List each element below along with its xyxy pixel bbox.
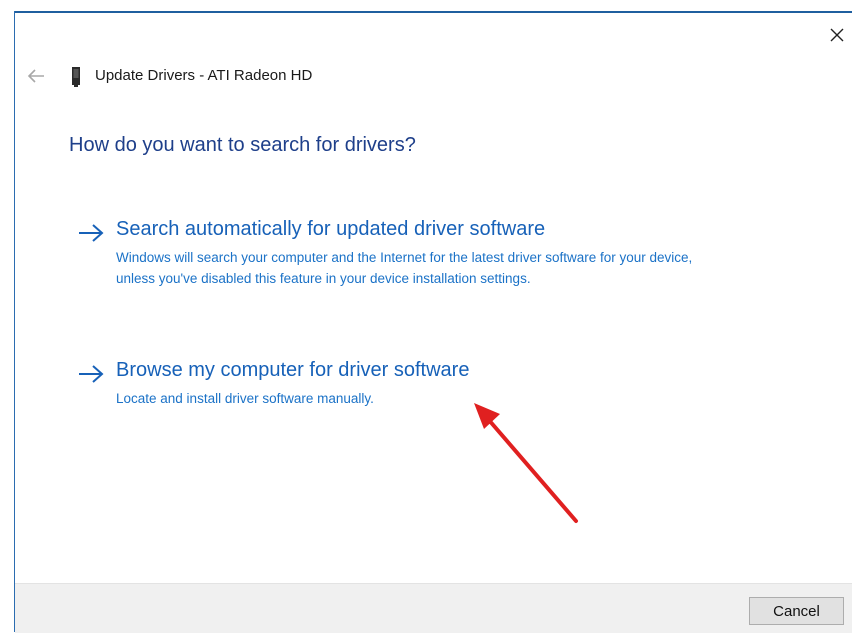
back-arrow-icon bbox=[27, 69, 44, 83]
window-left-border bbox=[14, 11, 15, 632]
cancel-button[interactable]: Cancel bbox=[749, 597, 844, 625]
browse-computer-title: Browse my computer for driver software bbox=[116, 359, 470, 381]
search-automatically-option[interactable]: Search automatically for updated driver … bbox=[76, 218, 716, 310]
page-heading: How do you want to search for drivers? bbox=[69, 134, 416, 156]
browse-computer-option[interactable]: Browse my computer for driver software L… bbox=[76, 359, 526, 409]
update-drivers-dialog: Update Drivers - ATI Radeon HD How do yo… bbox=[0, 0, 852, 633]
close-button[interactable] bbox=[822, 22, 852, 48]
window-top-border bbox=[14, 11, 852, 13]
annotation-arrow-icon bbox=[474, 403, 578, 523]
device-icon bbox=[72, 67, 80, 87]
window-title: Update Drivers - ATI Radeon HD bbox=[95, 67, 313, 84]
search-automatically-description: Windows will search your computer and th… bbox=[116, 250, 693, 286]
search-automatically-title: Search automatically for updated driver … bbox=[116, 218, 546, 240]
right-arrow-icon bbox=[79, 365, 104, 383]
dialog-footer bbox=[15, 583, 852, 633]
back-button[interactable] bbox=[24, 66, 48, 86]
right-arrow-icon bbox=[79, 224, 104, 242]
browse-computer-description: Locate and install driver software manua… bbox=[116, 391, 374, 406]
close-icon bbox=[830, 28, 844, 42]
